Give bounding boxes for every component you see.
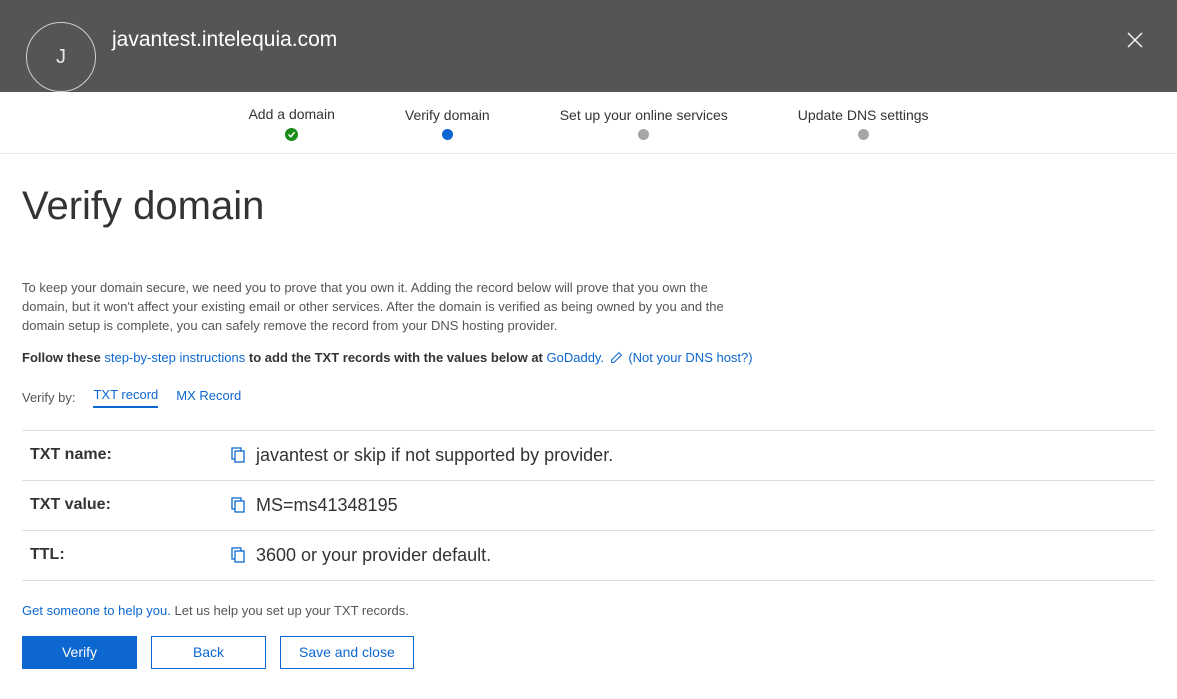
close-icon — [1126, 31, 1144, 49]
record-row-txt-value: TXT value: MS=ms41348195 — [22, 481, 1155, 531]
main-content: Verify domain To keep your domain secure… — [0, 154, 1177, 669]
records-table: TXT name: javantest or skip if not suppo… — [22, 430, 1155, 581]
button-row: Verify Back Save and close — [22, 636, 1155, 669]
record-value: javantest or skip if not supported by pr… — [230, 445, 613, 466]
step-label: Update DNS settings — [798, 107, 929, 123]
record-label: TXT name: — [30, 446, 230, 464]
step-by-step-link[interactable]: step-by-step instructions — [104, 350, 245, 365]
step-verify-domain: Verify domain — [405, 107, 490, 140]
step-add-domain: Add a domain — [248, 106, 334, 141]
copy-icon[interactable] — [230, 546, 246, 564]
follow-instructions-row: Follow these step-by-step instructions t… — [22, 350, 1155, 367]
verify-by-label: Verify by: — [22, 390, 75, 405]
help-text: Let us help you set up your TXT records. — [175, 603, 409, 618]
header-bar: J javantest.intelequia.com — [0, 0, 1177, 92]
record-row-txt-name: TXT name: javantest or skip if not suppo… — [22, 431, 1155, 481]
close-button[interactable] — [1123, 28, 1147, 52]
save-and-close-button[interactable]: Save and close — [280, 636, 414, 669]
current-step-dot-icon — [442, 129, 453, 140]
get-help-link[interactable]: Get someone to help you. — [22, 603, 171, 618]
pending-step-dot-icon — [858, 129, 869, 140]
record-label: TTL: — [30, 546, 230, 564]
check-icon — [285, 128, 298, 141]
follow-prefix: Follow these — [22, 350, 101, 365]
avatar: J — [26, 22, 96, 92]
record-row-ttl: TTL: 3600 or your provider default. — [22, 531, 1155, 581]
record-value: MS=ms41348195 — [230, 495, 398, 516]
domain-title: javantest.intelequia.com — [112, 22, 337, 52]
tab-txt-record[interactable]: TXT record — [93, 387, 158, 408]
edit-host-icon[interactable] — [610, 351, 623, 367]
verify-button[interactable]: Verify — [22, 636, 137, 669]
record-value-text: javantest or skip if not supported by pr… — [256, 445, 613, 466]
copy-icon[interactable] — [230, 496, 246, 514]
record-value-text: MS=ms41348195 — [256, 495, 398, 516]
dns-host-link[interactable]: GoDaddy. — [547, 350, 605, 365]
step-label: Verify domain — [405, 107, 490, 123]
pending-step-dot-icon — [638, 129, 649, 140]
record-value-text: 3600 or your provider default. — [256, 545, 491, 566]
copy-icon[interactable] — [230, 446, 246, 464]
follow-mid: to add the TXT records with the values b… — [249, 350, 543, 365]
avatar-initial: J — [56, 46, 66, 69]
intro-text: To keep your domain secure, we need you … — [22, 279, 742, 336]
help-row: Get someone to help you. Let us help you… — [22, 603, 1155, 618]
step-tracker: Add a domain Verify domain Set up your o… — [0, 92, 1177, 154]
verify-by-row: Verify by: TXT record MX Record — [22, 387, 1155, 408]
page-title: Verify domain — [22, 184, 1155, 229]
record-value: 3600 or your provider default. — [230, 545, 491, 566]
tab-mx-record[interactable]: MX Record — [176, 388, 241, 407]
back-button[interactable]: Back — [151, 636, 266, 669]
step-label: Set up your online services — [560, 107, 728, 123]
step-update-dns: Update DNS settings — [798, 107, 929, 140]
record-label: TXT value: — [30, 496, 230, 514]
step-setup-services: Set up your online services — [560, 107, 728, 140]
not-your-host-link[interactable]: (Not your DNS host?) — [628, 350, 752, 365]
step-label: Add a domain — [248, 106, 334, 122]
